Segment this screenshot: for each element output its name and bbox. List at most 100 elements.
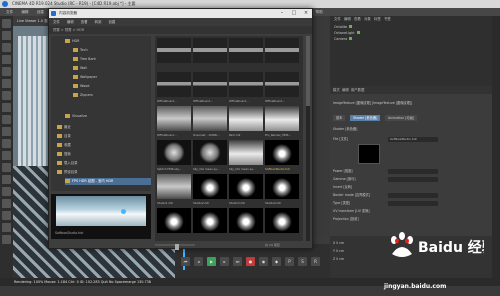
attr-subtab-shader[interactable]: Shader [着色器]	[350, 115, 381, 121]
om-tab[interactable]: 查看	[354, 16, 361, 23]
thumbnail-item[interactable]: Pro_Render_HDR...	[265, 106, 299, 138]
file-path-field[interactable]: SoftboxStudio.hdr	[388, 136, 438, 142]
visibility-icon[interactable]	[356, 31, 360, 34]
scrollbar-thumb[interactable]	[306, 36, 310, 106]
go-to-start-icon[interactable]: ⏮	[181, 256, 190, 266]
menu-item[interactable]: 编辑	[21, 10, 28, 14]
next-key-icon[interactable]: ▸	[220, 256, 229, 266]
close-icon[interactable]: ×	[300, 9, 312, 18]
make-editable-icon[interactable]	[2, 19, 11, 28]
cb-menu-item[interactable]: 查看	[81, 20, 88, 24]
keyframe-icon[interactable]: ◆	[272, 256, 281, 266]
viewport-solo-icon[interactable]	[2, 199, 11, 208]
path-bar[interactable]: 预置 > 预置 > HDR	[49, 26, 312, 34]
render-tool-icon[interactable]	[2, 223, 11, 232]
coord-row[interactable]: X 0 cm	[333, 240, 344, 246]
menu-item[interactable]: 创建	[37, 10, 44, 14]
attr-tab[interactable]: 模式	[333, 88, 340, 92]
gamma-field[interactable]	[388, 176, 438, 182]
go-to-end-icon[interactable]: ⏭	[233, 256, 242, 266]
thumbnail-item[interactable]	[193, 38, 227, 70]
attr-subtab[interactable]: 基本	[333, 115, 346, 121]
visibility-icon[interactable]	[349, 37, 353, 40]
tree-item[interactable]: 预设目录	[57, 169, 78, 176]
thumbnail-item[interactable]	[157, 208, 191, 240]
type-select[interactable]	[388, 200, 438, 206]
tree-item[interactable]: 最近	[57, 124, 71, 131]
tree-item-selected[interactable]: FPS HDR 贴图 - 室内 HDR	[65, 178, 151, 185]
autokey-icon[interactable]: ◉	[259, 256, 268, 266]
thumbnail-item[interactable]: Studio1.hdr	[157, 174, 191, 206]
tree-item[interactable]: Wall	[73, 65, 87, 72]
thumbnail-item[interactable]	[157, 38, 191, 70]
texture-mode-icon[interactable]	[2, 43, 11, 52]
previous-key-icon[interactable]: ◂	[194, 256, 203, 266]
menu-item[interactable]: 帮助	[316, 10, 323, 14]
om-tab[interactable]: 标签	[374, 16, 381, 23]
content-browser-titlebar[interactable]: 内容浏览器	[49, 9, 312, 18]
tree-item[interactable]: Wood	[73, 83, 89, 90]
tree-item[interactable]: Tree Bark	[73, 56, 96, 63]
tree-item[interactable]: 载入目录	[57, 160, 78, 167]
thumbnail-item[interactable]: Sky_CIA mean.sy...	[229, 140, 263, 172]
object-row[interactable]: Camera	[334, 37, 353, 42]
visibility-icon[interactable]	[349, 25, 353, 28]
locked-workplane-icon[interactable]	[2, 163, 11, 172]
tree-item[interactable]: 目录	[57, 133, 71, 140]
record-icon[interactable]: ●	[246, 256, 255, 266]
thumbnail-item[interactable]: Studio3.hdr	[229, 174, 263, 206]
thumbnail-item[interactable]: OfficeRound...	[157, 72, 191, 104]
play-icon[interactable]: ▶	[207, 256, 216, 266]
quantize-icon[interactable]	[2, 187, 11, 196]
point-mode-icon[interactable]	[2, 67, 11, 76]
thumbnail-item[interactable]	[229, 38, 263, 70]
tree-item[interactable]: Tech	[73, 47, 88, 54]
polygon-mode-icon[interactable]	[2, 91, 11, 100]
tree-item[interactable]: 收藏	[57, 142, 71, 149]
thumbnail-item[interactable]	[265, 38, 299, 70]
thumbnail-item[interactable]	[193, 208, 227, 240]
thumbnail-item[interactable]: Park.hdr	[229, 106, 263, 138]
model-mode-icon[interactable]	[2, 31, 11, 40]
attr-subtab[interactable]: Animation [动画]	[385, 115, 418, 121]
tree-item[interactable]: Visualize	[65, 113, 87, 120]
menu-item[interactable]: 文件	[6, 10, 13, 14]
thumbnail-scrollbar[interactable]	[306, 36, 310, 241]
om-tab[interactable]: 对象	[364, 16, 371, 23]
om-tab[interactable]: 文件	[334, 16, 341, 23]
zoom-slider[interactable]	[155, 244, 195, 250]
thumbnail-item[interactable]: OfficeRound...	[265, 72, 299, 104]
scale-key-icon[interactable]: S	[298, 256, 307, 266]
cb-menu-item[interactable]: 转到	[95, 20, 102, 24]
workplane-icon[interactable]	[2, 115, 11, 124]
cb-menu-item[interactable]: 编辑	[67, 20, 74, 24]
om-tab[interactable]: 书签	[384, 16, 391, 23]
thumbnail-item[interactable]	[229, 208, 263, 240]
cb-menu-item[interactable]: 创建	[108, 20, 115, 24]
sculpt-icon[interactable]	[2, 151, 11, 160]
thumbnail-item[interactable]: OfficeRound...	[229, 72, 263, 104]
planar-workplane-icon[interactable]	[2, 175, 11, 184]
edge-mode-icon[interactable]	[2, 79, 11, 88]
thumbnail-item[interactable]: Sky_CIA mean.sy...	[193, 140, 227, 172]
minimize-icon[interactable]: –	[276, 9, 288, 18]
thumbnail-item[interactable]: Overcast - 1000K...	[193, 106, 227, 138]
position-key-icon[interactable]: P	[285, 256, 294, 266]
om-tab[interactable]: 编辑	[344, 16, 351, 23]
snap-icon[interactable]	[2, 103, 11, 112]
thumbnail-item[interactable]: Studio2.hdr	[193, 174, 227, 206]
tree-item[interactable]: 搜索	[57, 151, 71, 158]
coord-row[interactable]: Z 0 cm	[333, 256, 344, 262]
object-row[interactable]: Octalite	[334, 25, 353, 30]
zoom-slider-knob[interactable]	[175, 244, 179, 250]
layer-tool-icon[interactable]	[2, 235, 11, 244]
thumbnail-item[interactable]: Studio4.hdr	[265, 174, 299, 206]
attr-tab[interactable]: 编辑	[342, 88, 349, 92]
coord-row[interactable]: Y 0 cm	[333, 248, 344, 254]
scene-tool-icon[interactable]	[2, 211, 11, 220]
maximize-icon[interactable]: □	[288, 9, 300, 18]
border-mode-select[interactable]	[388, 192, 438, 198]
axis-mode-icon[interactable]	[2, 55, 11, 64]
rotation-key-icon[interactable]: R	[311, 256, 320, 266]
solo-icon[interactable]	[2, 127, 11, 136]
